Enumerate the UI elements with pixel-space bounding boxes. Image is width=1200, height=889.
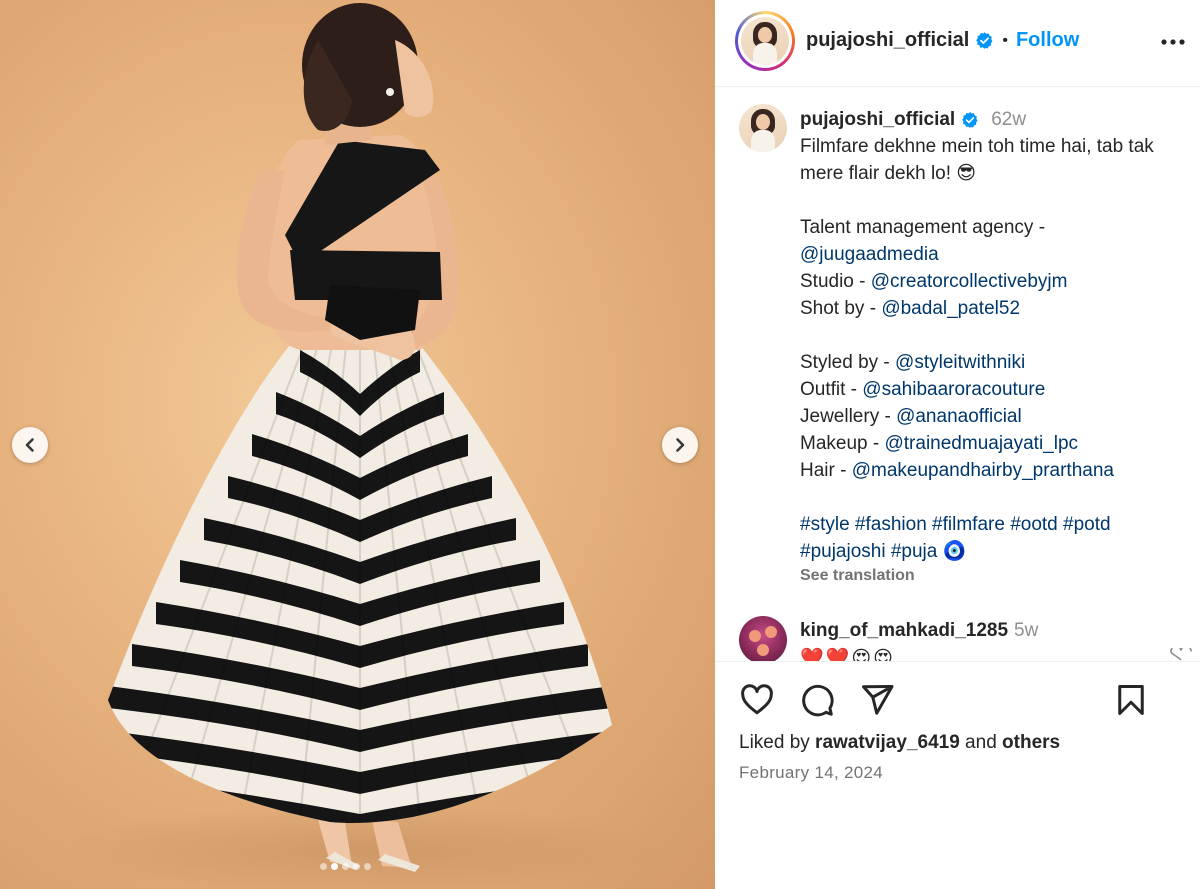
mention-link[interactable]: @styleitwithniki xyxy=(895,352,1025,373)
caption-text: Filmfare dekhne mein toh time hai, tab t… xyxy=(800,133,1196,565)
verified-badge-icon xyxy=(976,32,993,49)
bookmark-icon[interactable] xyxy=(1113,682,1149,718)
likes-middle: and xyxy=(959,732,1003,753)
likes-others-link[interactable]: others xyxy=(1002,732,1060,753)
previous-slide-button[interactable] xyxy=(12,427,48,463)
comment-item: king_of_mahkadi_1285 5w ❤️❤️😍😍 xyxy=(739,616,1189,661)
caption-text-span: Shot by - xyxy=(800,298,882,319)
avatar xyxy=(741,17,789,65)
chevron-left-icon xyxy=(25,438,34,452)
mention-link[interactable]: @creatorcollectivebyjm xyxy=(871,271,1068,292)
more-horizontal-icon xyxy=(1161,39,1185,45)
caption-line: #style #fashion #filmfare #ootd #potd xyxy=(800,511,1196,538)
share-icon[interactable] xyxy=(859,682,895,718)
story-ring[interactable] xyxy=(735,11,795,71)
header-username[interactable]: pujajoshi_official xyxy=(806,29,969,52)
slide-dot xyxy=(364,863,371,870)
post-header: pujajoshi_official • Follow xyxy=(715,0,1200,87)
caption-line: Makeup - @trainedmuajayati_lpc xyxy=(800,430,1196,457)
chevron-right-icon xyxy=(676,438,685,452)
comment-icon[interactable] xyxy=(799,682,835,718)
caption-username[interactable]: pujajoshi_official xyxy=(800,106,955,133)
hashtag-link[interactable]: #ootd xyxy=(1010,514,1058,535)
separator-dot: • xyxy=(1002,31,1008,49)
caption-line: Hair - @makeupandhairby_prarthana xyxy=(800,457,1196,484)
post-date[interactable]: February 14, 2024 xyxy=(739,763,883,783)
see-translation-link[interactable]: See translation xyxy=(800,565,1196,587)
comment-text: ❤️❤️😍😍 xyxy=(800,648,895,661)
hashtag-link[interactable]: #filmfare xyxy=(932,514,1005,535)
likes-user-link[interactable]: rawatvijay_6419 xyxy=(815,732,960,753)
follow-button[interactable]: Follow xyxy=(1016,29,1079,52)
likes-summary: Liked by rawatvijay_6419 and others xyxy=(739,732,1060,754)
caption-line: Outfit - @sahibaaroracouture xyxy=(800,376,1196,403)
slide-dot xyxy=(342,863,349,870)
caption-line: @juugaadmedia xyxy=(800,241,1196,268)
mention-link[interactable]: @sahibaaroracouture xyxy=(862,379,1045,400)
caption-text-span: Studio - xyxy=(800,271,871,292)
caption-text-span: Filmfare dekhne mein toh time hai, tab t… xyxy=(800,136,1154,157)
mention-link[interactable]: @trainedmuajayati_lpc xyxy=(884,433,1078,454)
caption-line: mere flair dekh lo! 😎 xyxy=(800,160,1196,187)
caption-text-span: Hair - xyxy=(800,460,852,481)
more-options-button[interactable] xyxy=(1160,29,1186,60)
post-sidebar: pujajoshi_official • Follow pujajoshi_of… xyxy=(715,0,1200,889)
next-slide-button[interactable] xyxy=(662,427,698,463)
post-photo xyxy=(60,3,660,889)
slide-dot xyxy=(353,863,360,870)
hashtag-link[interactable]: #puja xyxy=(891,541,938,562)
caption-line: #pujajoshi #puja 🧿 xyxy=(800,538,1196,565)
slide-dot xyxy=(320,863,327,870)
caption-text-span: Jewellery - xyxy=(800,406,897,427)
comment-avatar[interactable] xyxy=(739,616,787,661)
caption-line: Styled by - @styleitwithniki xyxy=(800,349,1196,376)
caption-text-span: mere flair dekh lo! 😎 xyxy=(800,163,977,184)
verified-badge-icon xyxy=(962,111,978,128)
mention-link[interactable]: @ananaofficial xyxy=(896,406,1022,427)
likes-prefix: Liked by xyxy=(739,732,816,753)
caption-line: Shot by - @badal_patel52 xyxy=(800,295,1196,322)
hashtag-link[interactable]: #style xyxy=(800,514,850,535)
mention-link[interactable]: @makeupandhairby_prarthana xyxy=(852,460,1114,481)
mention-link[interactable]: @juugaadmedia xyxy=(800,244,939,265)
hashtag-link[interactable]: #potd xyxy=(1063,514,1111,535)
caption-text-span: 🧿 xyxy=(937,541,967,562)
mention-link[interactable]: @badal_patel52 xyxy=(881,298,1020,319)
caption-line: Filmfare dekhne mein toh time hai, tab t… xyxy=(800,133,1196,160)
caption-text-span: Styled by - xyxy=(800,352,896,373)
caption-avatar[interactable] xyxy=(739,104,787,152)
comment-username[interactable]: king_of_mahkadi_1285 xyxy=(800,620,1008,641)
caption-area: pujajoshi_official 62w Filmfare dekhne m… xyxy=(715,87,1200,661)
caption-line: Studio - @creatorcollectivebyjm xyxy=(800,268,1196,295)
comment-timestamp[interactable]: 5w xyxy=(1014,620,1038,641)
caption-line: Talent management agency - xyxy=(800,214,1196,241)
caption-body: pujajoshi_official 62w Filmfare dekhne m… xyxy=(800,106,1196,587)
caption-text-span: Outfit - xyxy=(800,379,863,400)
comment-like-heart-icon[interactable] xyxy=(1169,648,1193,661)
slide-dot xyxy=(331,863,338,870)
caption-line: Jewellery - @ananaofficial xyxy=(800,403,1196,430)
post-media[interactable] xyxy=(0,0,715,889)
caption-text-span: Makeup - xyxy=(800,433,885,454)
heart-icon[interactable] xyxy=(739,682,775,718)
post-actions: Liked by rawatvijay_6419 and others Febr… xyxy=(715,661,1200,889)
slide-indicator xyxy=(320,863,371,870)
hashtag-link[interactable]: #pujajoshi xyxy=(800,541,886,562)
caption-timestamp[interactable]: 62w xyxy=(991,106,1026,133)
caption-text-span: Talent management agency - xyxy=(800,217,1046,238)
hashtag-link[interactable]: #fashion xyxy=(855,514,927,535)
